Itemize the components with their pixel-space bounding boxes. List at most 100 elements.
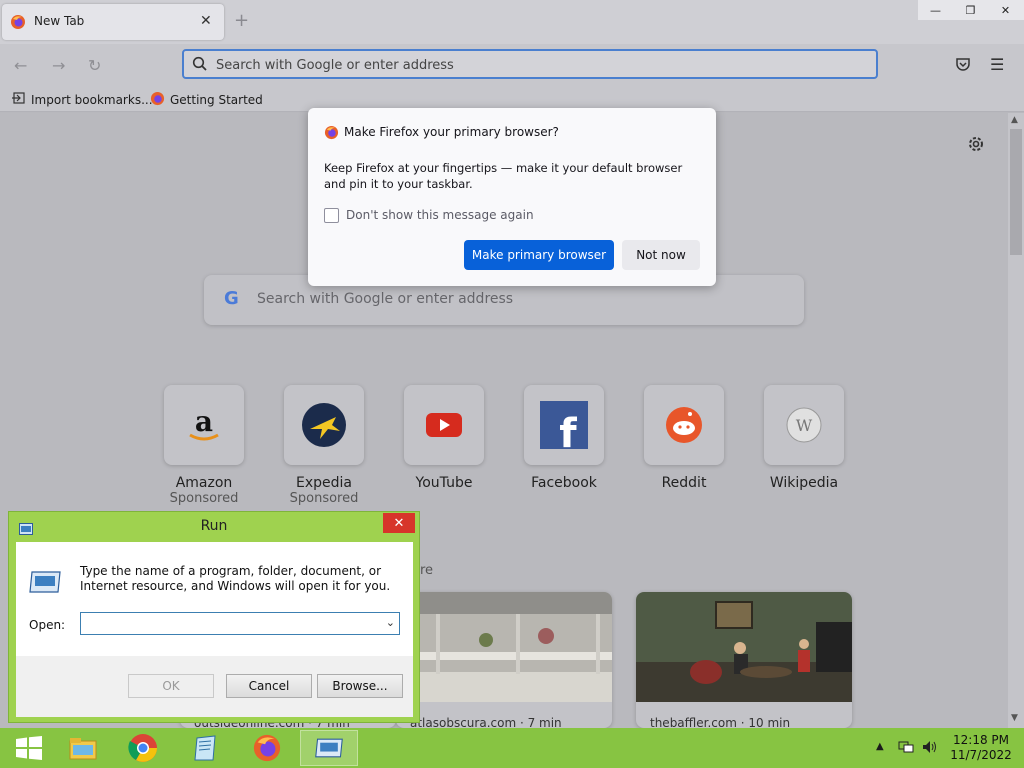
svg-text:W: W <box>796 416 813 435</box>
windows-logo-icon <box>16 736 42 760</box>
firefox-taskbar-button[interactable] <box>238 730 296 766</box>
new-tab-button[interactable]: + <box>234 10 249 31</box>
search-icon <box>192 56 208 76</box>
shortcut-reddit[interactable]: Reddit <box>644 385 724 491</box>
forward-icon[interactable]: → <box>52 56 65 75</box>
wikipedia-icon: W <box>764 385 844 465</box>
recommended-stories-heading: re <box>420 563 434 578</box>
shortcut-label: Facebook <box>531 475 597 491</box>
dont-show-checkbox[interactable] <box>324 208 339 223</box>
gear-icon[interactable] <box>966 134 986 158</box>
tab-title: New Tab <box>34 14 85 28</box>
story-source: atlasobscura.com · 7 min <box>410 716 562 728</box>
svg-text:f: f <box>559 411 577 457</box>
dont-show-label[interactable]: Don't show this message again <box>346 208 534 222</box>
story-image <box>636 592 852 702</box>
cancel-button[interactable]: Cancel <box>226 674 312 698</box>
bookmark-getting-started[interactable]: Getting Started <box>150 91 263 109</box>
bookmark-import[interactable]: Import bookmarks... <box>12 91 153 108</box>
taskbar: ▲ 12:18 PM 11/7/2022 <box>0 728 1024 768</box>
shortcut-label: Expedia <box>296 475 352 491</box>
chrome-icon <box>128 734 157 762</box>
chevron-down-icon[interactable]: ⌄ <box>386 616 395 629</box>
shortcut-amazon[interactable]: a Amazon Sponsored <box>164 385 244 506</box>
firefox-icon <box>324 125 339 144</box>
page-scrollbar[interactable]: ▲ ▼ <box>1008 113 1024 728</box>
default-browser-dialog: Make Firefox your primary browser? Keep … <box>308 108 716 286</box>
open-combobox[interactable]: ⌄ <box>80 612 400 635</box>
reload-icon[interactable]: ↻ <box>88 56 101 75</box>
shortcut-sponsored-label: Sponsored <box>169 491 239 506</box>
volume-icon[interactable] <box>922 740 938 757</box>
scroll-down-icon[interactable]: ▼ <box>1011 713 1018 723</box>
tab-new-tab[interactable]: New Tab ✕ <box>2 4 224 40</box>
shortcut-sponsored-label: Sponsored <box>289 491 359 506</box>
run-description: Type the name of a program, folder, docu… <box>80 564 391 593</box>
expedia-icon <box>284 385 364 465</box>
hamburger-menu-icon[interactable]: ☰ <box>990 55 1004 74</box>
run-icon <box>28 570 62 598</box>
pocket-icon[interactable] <box>954 56 972 78</box>
run-title: Run <box>200 518 228 534</box>
address-bar[interactable]: Search with Google or enter address <box>182 49 878 79</box>
run-icon <box>315 738 343 758</box>
not-now-button[interactable]: Not now <box>622 240 700 270</box>
svg-text:a: a <box>195 405 213 438</box>
taskbar-clock[interactable]: 12:18 PM 11/7/2022 <box>948 733 1014 763</box>
run-taskbar-button[interactable] <box>300 730 358 766</box>
facebook-icon: f <box>524 385 604 465</box>
back-icon[interactable]: ← <box>14 56 27 75</box>
run-body: Type the name of a program, folder, docu… <box>16 542 413 717</box>
amazon-icon: a <box>164 385 244 465</box>
file-explorer-taskbar-button[interactable] <box>54 730 112 766</box>
story-image <box>396 592 612 702</box>
run-close-button[interactable]: ✕ <box>383 513 415 533</box>
dialog-title: Make Firefox your primary browser? <box>344 125 559 139</box>
reddit-icon <box>644 385 724 465</box>
import-icon <box>12 91 26 108</box>
chrome-taskbar-button[interactable] <box>114 730 172 766</box>
newtab-search-placeholder: Search with Google or enter address <box>257 291 514 307</box>
shortcut-expedia[interactable]: Expedia Sponsored <box>284 385 364 506</box>
firefox-icon <box>253 734 281 762</box>
close-window-button[interactable]: ✕ <box>988 0 1023 20</box>
run-content-area <box>16 542 413 656</box>
shortcut-youtube[interactable]: YouTube <box>404 385 484 491</box>
run-titlebar[interactable]: Run ✕ <box>9 512 419 540</box>
shortcut-facebook[interactable]: f Facebook <box>524 385 604 491</box>
run-dialog: Run ✕ Type the name of a program, folder… <box>8 511 420 723</box>
minimize-button[interactable]: — <box>918 0 953 20</box>
google-icon: G <box>224 288 239 309</box>
network-icon[interactable] <box>898 740 914 757</box>
make-primary-browser-button[interactable]: Make primary browser <box>464 240 614 270</box>
restore-button[interactable]: ❐ <box>953 0 988 20</box>
shortcut-label: Amazon <box>175 475 233 491</box>
story-card[interactable]: thebaffler.com · 10 min <box>636 592 852 728</box>
firefox-icon <box>10 14 26 34</box>
shortcut-label: YouTube <box>415 475 473 491</box>
story-card[interactable]: atlasobscura.com · 7 min <box>396 592 612 728</box>
bookmark-label: Getting Started <box>170 93 263 107</box>
show-hidden-icons-icon[interactable]: ▲ <box>876 741 884 752</box>
start-button[interactable] <box>0 730 58 766</box>
notepad-icon <box>194 735 216 761</box>
folder-icon <box>69 738 97 760</box>
bookmark-label: Import bookmarks... <box>31 92 153 107</box>
youtube-icon <box>404 385 484 465</box>
ok-button[interactable]: OK <box>128 674 214 698</box>
clock-time: 12:18 PM <box>953 733 1009 747</box>
navigation-bar: ← → ↻ Search with Google or enter addres… <box>0 44 1024 86</box>
dialog-message: Keep Firefox at your fingertips — make i… <box>324 161 683 191</box>
close-tab-icon[interactable]: ✕ <box>200 13 212 29</box>
scrollbar-thumb[interactable] <box>1010 129 1022 255</box>
shortcut-label: Wikipedia <box>769 475 839 491</box>
story-source: thebaffler.com · 10 min <box>650 716 791 728</box>
shortcut-wikipedia[interactable]: W Wikipedia <box>764 385 844 491</box>
scroll-up-icon[interactable]: ▲ <box>1011 115 1018 125</box>
shortcut-label: Reddit <box>661 475 707 491</box>
notepad-taskbar-button[interactable] <box>176 730 234 766</box>
browse-button[interactable]: Browse... <box>317 674 403 698</box>
firefox-icon <box>150 91 165 109</box>
tab-strip: New Tab ✕ + <box>0 0 1024 44</box>
address-placeholder: Search with Google or enter address <box>216 58 454 73</box>
